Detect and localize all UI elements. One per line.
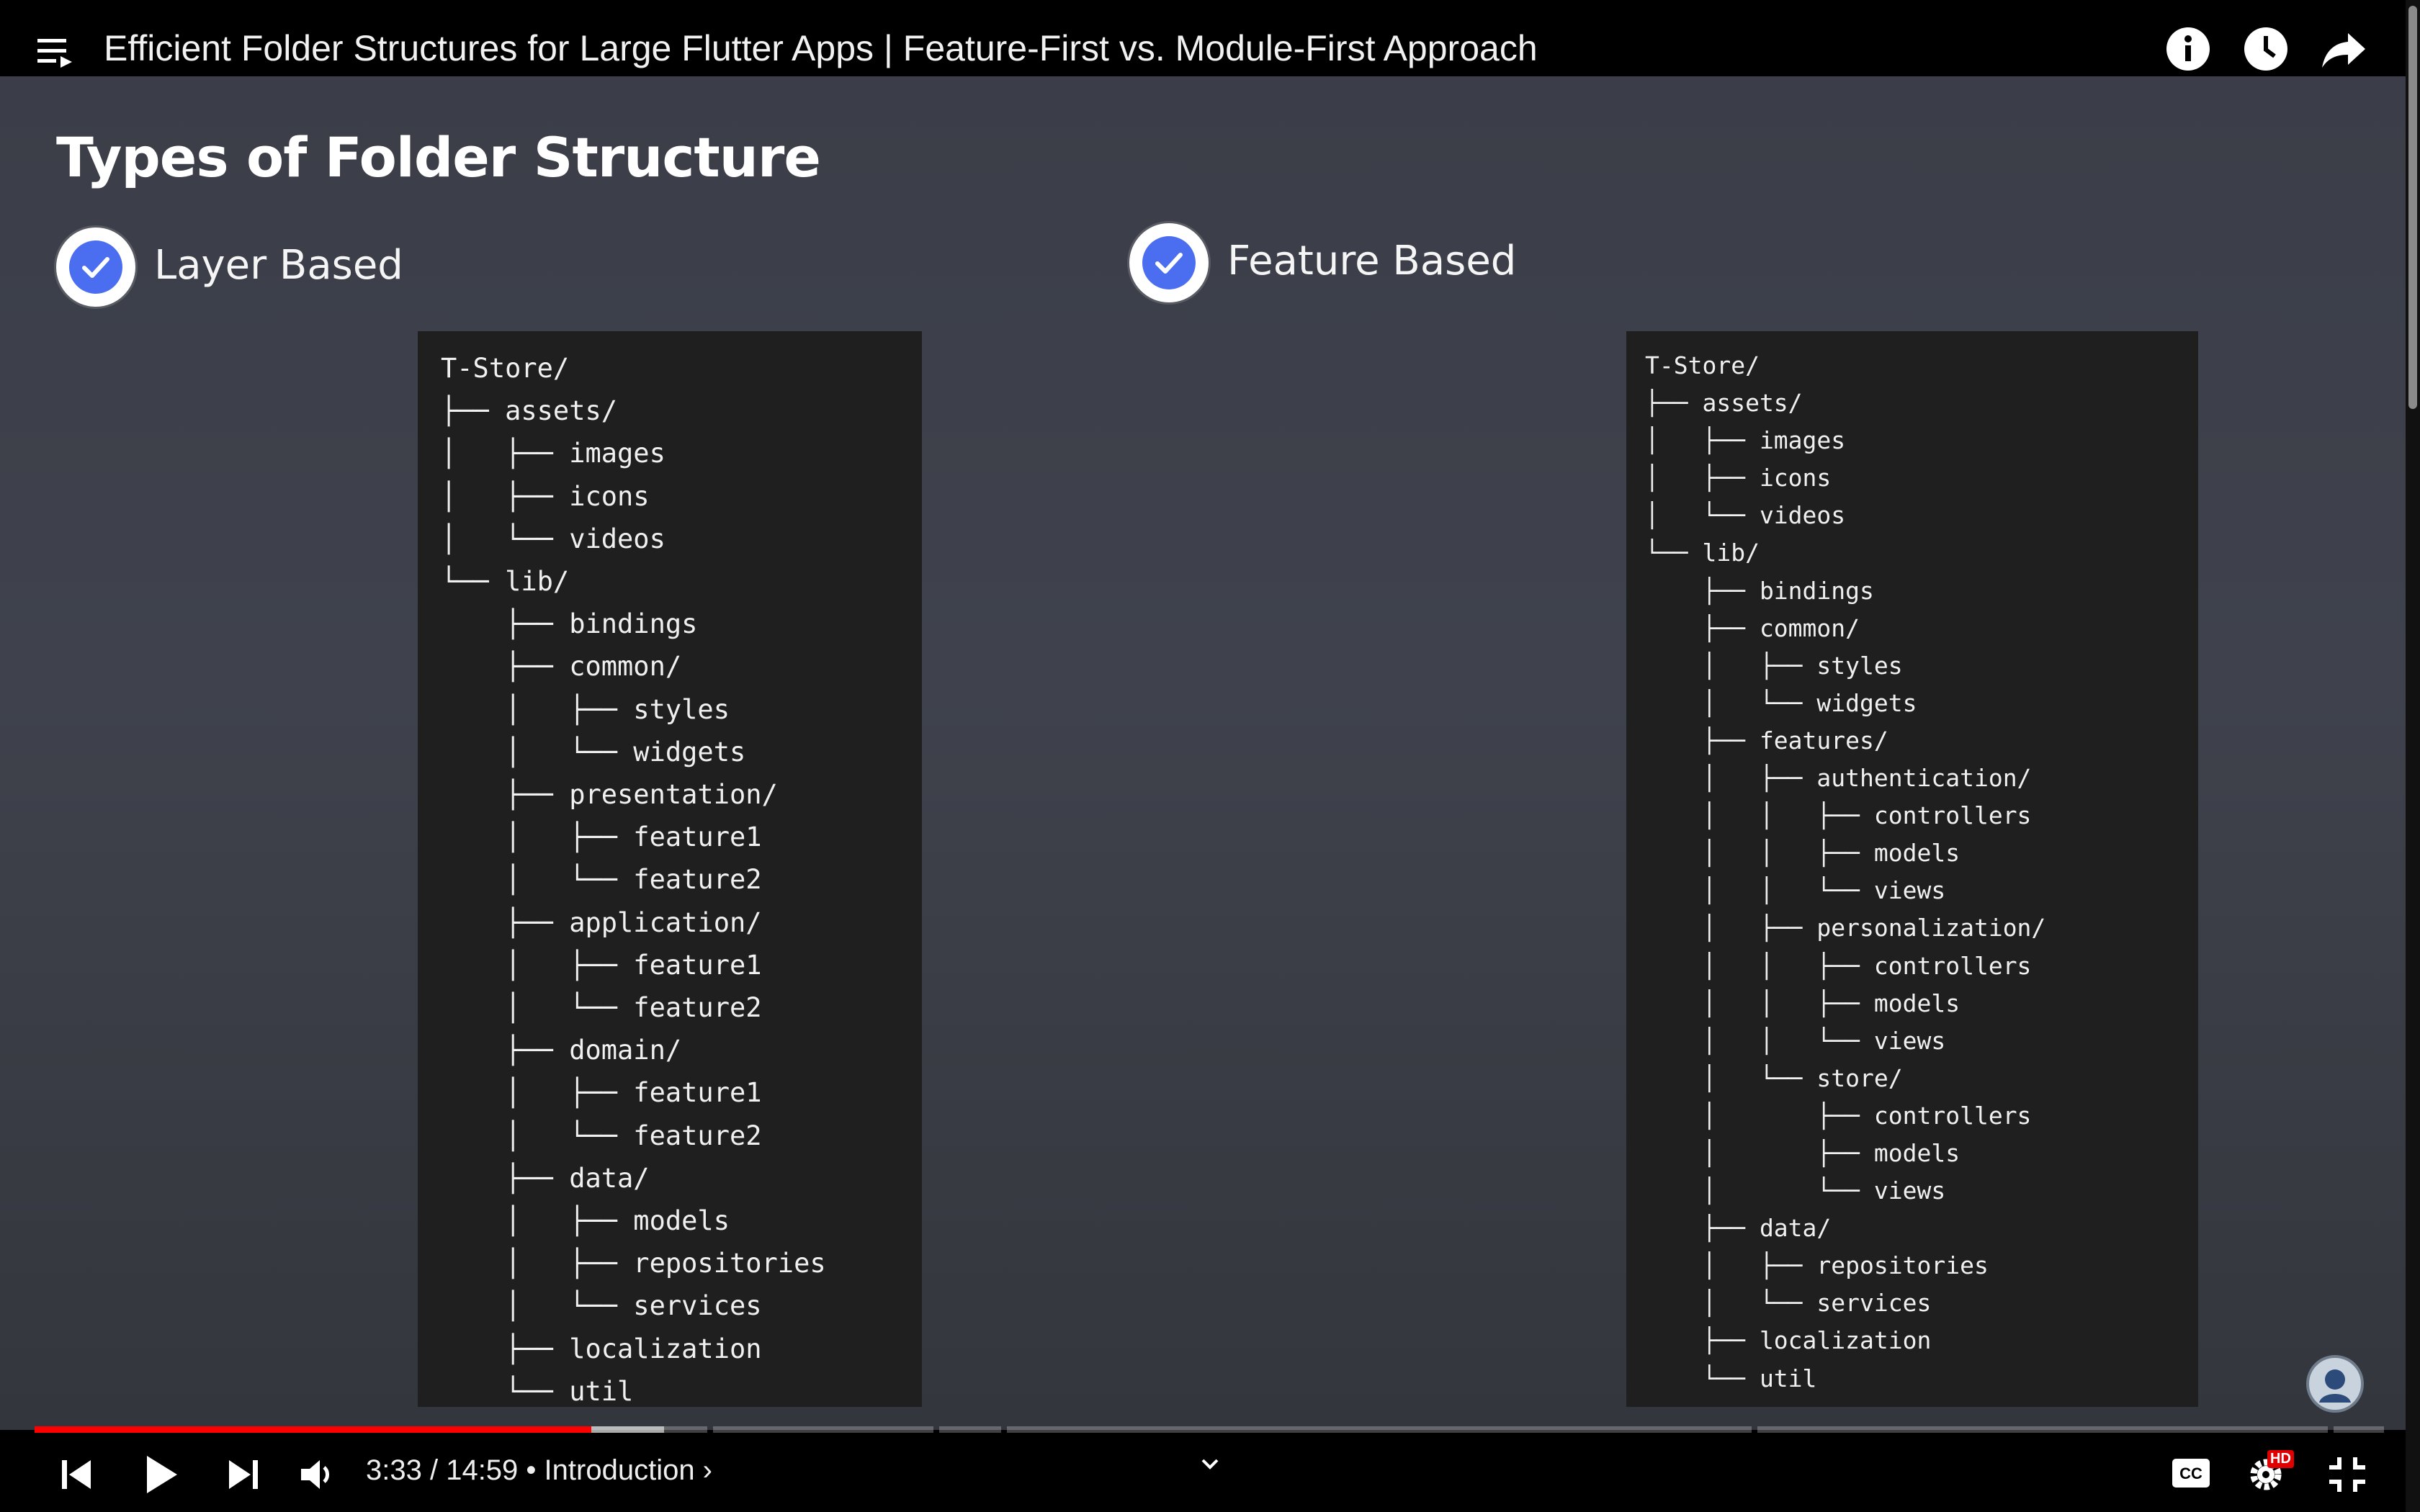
video-top-bar: Efficient Folder Structures for Large Fl… (0, 0, 2406, 76)
video-frame[interactable]: Types of Folder Structure Layer Based Fe… (0, 76, 2406, 1430)
slide-title: Types of Folder Structure (56, 125, 821, 189)
avatar-icon[interactable] (2306, 1355, 2364, 1413)
next-icon[interactable] (223, 1456, 262, 1493)
chapter-label[interactable]: Introduction › (544, 1454, 712, 1486)
player-controls: 3:33 / 14:59 • Introduction › CC HD (0, 1437, 2406, 1512)
feature-based-tree: T-Store/ ├── assets/ │ ├── images │ ├── … (1626, 331, 2198, 1407)
info-icon[interactable] (2165, 26, 2211, 72)
captions-icon[interactable]: CC (2171, 1457, 2211, 1489)
chapter-bullet: • (518, 1454, 544, 1486)
duration: 14:59 (446, 1454, 519, 1486)
check-icon (1129, 223, 1209, 302)
chevron-down-icon[interactable] (1194, 1452, 1226, 1476)
option-label-feature-based: Feature Based (1227, 238, 1517, 284)
option-label-layer-based: Layer Based (154, 242, 403, 289)
check-icon (56, 228, 135, 307)
layer-based-tree: T-Store/ ├── assets/ │ ├── images │ ├── … (418, 331, 922, 1407)
hd-badge: HD (2267, 1450, 2294, 1468)
play-icon[interactable] (141, 1453, 180, 1496)
layer-based-tree-text: T-Store/ ├── assets/ │ ├── images │ ├── … (441, 353, 826, 1407)
feature-based-tree-text: T-Store/ ├── assets/ │ ├── images │ ├── … (1645, 351, 2046, 1392)
played-bar (35, 1426, 592, 1433)
scroll-thumb[interactable] (2408, 6, 2417, 409)
page-scrollbar[interactable] (2406, 0, 2420, 1512)
svg-text:CC: CC (2179, 1464, 2202, 1482)
video-title[interactable]: Efficient Folder Structures for Large Fl… (104, 27, 1538, 69)
share-icon[interactable] (2321, 26, 2367, 72)
prev-icon[interactable] (58, 1456, 97, 1493)
fullscreen-exit-icon[interactable] (2326, 1454, 2368, 1495)
current-time: 3:33 (366, 1454, 422, 1486)
buffered-bar (591, 1426, 665, 1433)
time-separator: / (421, 1454, 447, 1486)
volume-icon[interactable] (298, 1456, 341, 1493)
progress-bar[interactable] (35, 1426, 2384, 1433)
watch-later-icon[interactable] (2243, 26, 2289, 72)
time-display: 3:33 / 14:59 • Introduction › (366, 1454, 712, 1487)
settings-icon[interactable]: HD (2246, 1450, 2294, 1495)
playlist-icon[interactable] (37, 36, 76, 71)
